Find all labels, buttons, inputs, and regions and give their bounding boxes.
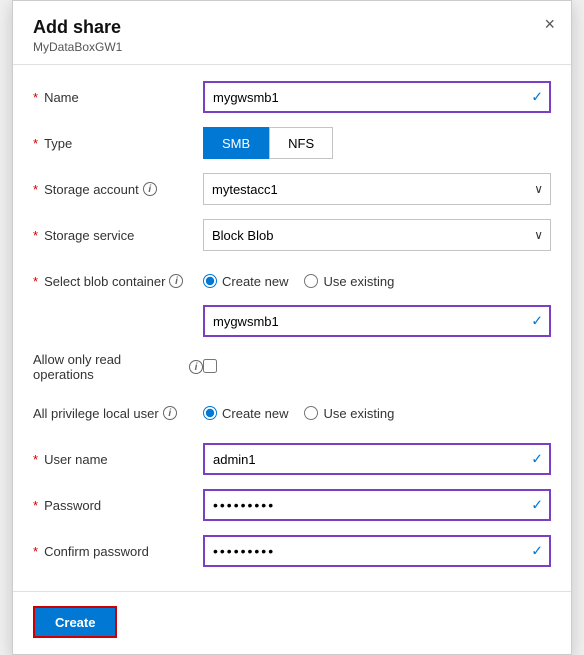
required-star-blob: * <box>33 274 38 289</box>
username-label: * User name <box>33 452 203 467</box>
password-control: ✓ <box>203 489 551 521</box>
privilege-use-existing-label[interactable]: Use existing <box>304 406 394 421</box>
blob-container-info-icon[interactable]: i <box>169 274 183 288</box>
confirm-password-label: * Confirm password <box>33 544 203 559</box>
required-star-sa: * <box>33 182 38 197</box>
storage-account-select-wrapper: mytestacc1 ∨ <box>203 173 551 205</box>
username-control: ✓ <box>203 443 551 475</box>
storage-account-label: * Storage account i <box>33 182 203 197</box>
blob-check-icon: ✓ <box>531 313 543 330</box>
type-toggle: SMB NFS <box>203 127 551 159</box>
blob-use-existing-label[interactable]: Use existing <box>304 274 394 289</box>
username-input-wrapper: ✓ <box>203 443 551 475</box>
read-only-info-icon[interactable]: i <box>189 360 203 374</box>
storage-service-label: * Storage service <box>33 228 203 243</box>
privilege-info-icon[interactable]: i <box>163 406 177 420</box>
storage-service-row: * Storage service Block Blob ∨ <box>33 219 551 251</box>
password-row: * Password ✓ <box>33 489 551 521</box>
confirm-password-input-wrapper: ✓ <box>203 535 551 567</box>
confirm-password-control: ✓ <box>203 535 551 567</box>
name-input-wrapper: ✓ <box>203 81 551 113</box>
password-input-wrapper: ✓ <box>203 489 551 521</box>
blob-container-input[interactable] <box>203 305 551 337</box>
confirm-password-input[interactable] <box>203 535 551 567</box>
dialog-subtitle: MyDataBoxGW1 <box>33 40 551 54</box>
type-control: SMB NFS <box>203 127 551 159</box>
dialog-footer: Create <box>13 591 571 654</box>
privilege-radio-group: Create new Use existing <box>203 406 551 421</box>
blob-container-label: * Select blob container i <box>33 274 203 289</box>
dialog-header: Add share MyDataBoxGW1 × <box>13 1 571 65</box>
read-only-checkbox[interactable] <box>203 359 217 373</box>
required-star-cpwd: * <box>33 544 38 559</box>
confirm-password-row: * Confirm password ✓ <box>33 535 551 567</box>
read-only-row: Allow only read operations i <box>33 351 551 383</box>
close-button[interactable]: × <box>544 15 555 33</box>
privilege-create-new-label[interactable]: Create new <box>203 406 288 421</box>
blob-use-existing-radio[interactable] <box>304 274 318 288</box>
storage-account-row: * Storage account i mytestacc1 ∨ <box>33 173 551 205</box>
required-star-type: * <box>33 136 38 151</box>
privilege-label: All privilege local user i <box>33 406 203 421</box>
type-label: * Type <box>33 136 203 151</box>
add-share-dialog: Add share MyDataBoxGW1 × * Name ✓ * Type <box>12 0 572 655</box>
storage-account-control: mytestacc1 ∨ <box>203 173 551 205</box>
blob-container-control: Create new Use existing <box>203 274 551 289</box>
confirm-password-check-icon: ✓ <box>531 543 543 560</box>
username-check-icon: ✓ <box>531 451 543 468</box>
create-button[interactable]: Create <box>33 606 117 638</box>
name-input[interactable] <box>203 81 551 113</box>
dialog-body: * Name ✓ * Type SMB NFS <box>13 65 571 591</box>
required-star: * <box>33 90 38 105</box>
blob-input-wrapper: ✓ <box>203 305 551 337</box>
read-only-label: Allow only read operations i <box>33 352 203 382</box>
name-control: ✓ <box>203 81 551 113</box>
required-star-user: * <box>33 452 38 467</box>
read-only-control <box>203 359 551 376</box>
privilege-create-new-radio[interactable] <box>203 406 217 420</box>
storage-account-info-icon[interactable]: i <box>143 182 157 196</box>
name-row: * Name ✓ <box>33 81 551 113</box>
password-label: * Password <box>33 498 203 513</box>
privilege-control: Create new Use existing <box>203 406 551 421</box>
blob-input-row: ✓ <box>33 305 551 337</box>
required-star-ss: * <box>33 228 38 243</box>
dialog-title: Add share <box>33 17 551 38</box>
password-input[interactable] <box>203 489 551 521</box>
storage-service-select-wrapper: Block Blob ∨ <box>203 219 551 251</box>
privilege-row: All privilege local user i Create new Us… <box>33 397 551 429</box>
storage-account-select[interactable]: mytestacc1 <box>203 173 551 205</box>
name-check-icon: ✓ <box>531 89 543 106</box>
blob-create-new-label[interactable]: Create new <box>203 274 288 289</box>
smb-button[interactable]: SMB <box>203 127 269 159</box>
storage-service-select[interactable]: Block Blob <box>203 219 551 251</box>
storage-service-control: Block Blob ∨ <box>203 219 551 251</box>
blob-create-new-radio[interactable] <box>203 274 217 288</box>
blob-input-control: ✓ <box>203 305 551 337</box>
blob-container-row: * Select blob container i Create new Use… <box>33 265 551 297</box>
password-check-icon: ✓ <box>531 497 543 514</box>
blob-radio-group: Create new Use existing <box>203 274 551 289</box>
username-row: * User name ✓ <box>33 443 551 475</box>
required-star-pwd: * <box>33 498 38 513</box>
nfs-button[interactable]: NFS <box>269 127 333 159</box>
username-input[interactable] <box>203 443 551 475</box>
type-row: * Type SMB NFS <box>33 127 551 159</box>
name-label: * Name <box>33 90 203 105</box>
privilege-use-existing-radio[interactable] <box>304 406 318 420</box>
